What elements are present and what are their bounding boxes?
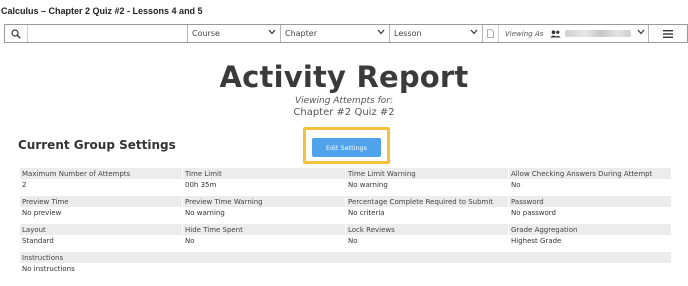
hamburger-menu-icon[interactable] [649, 25, 687, 42]
setting-preview-time-warning: Preview Time Warning No warning [183, 196, 346, 219]
redacted-user-name [565, 30, 632, 37]
chapter-select-label: Chapter [285, 29, 317, 38]
course-select-label: Course [192, 29, 220, 38]
setting-value: No [511, 181, 521, 189]
settings-row: Instructions No instructions [20, 252, 672, 275]
search-icon[interactable] [5, 25, 27, 42]
setting-label: Grade Aggregation [509, 224, 671, 235]
setting-label: Preview Time [20, 196, 182, 207]
setting-time-limit-warning: Time Limit Warning No warning [346, 168, 509, 191]
group-settings-heading: Current Group Settings [18, 138, 176, 152]
setting-hide-time-spent: Hide Time Spent No [183, 224, 346, 247]
setting-allow-checking-answers: Allow Checking Answers During Attempt No [509, 168, 672, 191]
edit-settings-button[interactable]: Edit Settings [312, 138, 381, 157]
setting-label: Allow Checking Answers During Attempt [509, 168, 671, 179]
chevron-down-icon [637, 29, 645, 35]
course-select[interactable]: Course [188, 25, 281, 42]
setting-label: Lock Reviews [346, 224, 508, 235]
setting-label: Password [509, 196, 671, 207]
settings-row: Layout Standard Hide Time Spent No Lock … [20, 224, 672, 247]
chevron-down-icon [268, 29, 276, 35]
search-input[interactable] [27, 25, 188, 42]
setting-instructions: Instructions No instructions [20, 252, 672, 275]
page-title: Activity Report [219, 60, 469, 94]
viewing-attempts-caption: Viewing Attempts for: [294, 96, 394, 106]
lesson-select-label: Lesson [394, 29, 422, 38]
settings-row: Maximum Number of Attempts 2 Time Limit … [20, 168, 672, 191]
setting-value: No instructions [22, 265, 75, 273]
setting-layout: Layout Standard [20, 224, 183, 247]
setting-value: No password [511, 209, 556, 217]
setting-max-attempts: Maximum Number of Attempts 2 [20, 168, 183, 191]
setting-preview-time: Preview Time No preview [20, 196, 183, 219]
setting-label: Layout [20, 224, 182, 235]
quiz-name: Chapter #2 Quiz #2 [293, 107, 395, 118]
setting-label: Time Limit [183, 168, 345, 179]
viewing-as-user-select[interactable] [563, 25, 650, 42]
setting-value: No [185, 237, 195, 245]
setting-value: No preview [22, 209, 62, 217]
viewing-as-label: Viewing As [505, 29, 544, 38]
setting-time-limit: Time Limit 00h 35m [183, 168, 346, 191]
setting-label: Preview Time Warning [183, 196, 345, 207]
setting-label: Percentage Complete Required to Submit [346, 196, 508, 207]
setting-label: Maximum Number of Attempts [20, 168, 182, 179]
setting-value: No warning [185, 209, 225, 217]
setting-percentage-complete: Percentage Complete Required to Submit N… [346, 196, 509, 219]
setting-password: Password No password [509, 196, 672, 219]
toolbar: Course Chapter Lesson Viewing As [4, 24, 688, 43]
setting-grade-aggregation: Grade Aggregation Highest Grade [509, 224, 672, 247]
setting-label: Instructions [20, 252, 671, 263]
setting-value: No criteria [348, 209, 385, 217]
window-title: Calculus – Chapter 2 Quiz #2 - Lessons 4… [0, 0, 688, 22]
document-icon[interactable] [483, 25, 499, 42]
settings-row: Preview Time No preview Preview Time War… [20, 196, 672, 219]
setting-value: 00h 35m [185, 181, 217, 189]
setting-value: No [348, 237, 358, 245]
setting-value: 2 [22, 181, 27, 189]
setting-label: Hide Time Spent [183, 224, 345, 235]
setting-value: No warning [348, 181, 388, 189]
lesson-select[interactable]: Lesson [390, 25, 483, 42]
setting-value: Standard [22, 237, 54, 245]
setting-lock-reviews: Lock Reviews No [346, 224, 509, 247]
users-icon [547, 25, 563, 42]
setting-value: Highest Grade [511, 237, 562, 245]
chevron-down-icon [377, 29, 385, 35]
chapter-select[interactable]: Chapter [281, 25, 390, 42]
setting-label: Time Limit Warning [346, 168, 508, 179]
chevron-down-icon [470, 29, 478, 35]
settings-grid: Maximum Number of Attempts 2 Time Limit … [20, 168, 672, 280]
